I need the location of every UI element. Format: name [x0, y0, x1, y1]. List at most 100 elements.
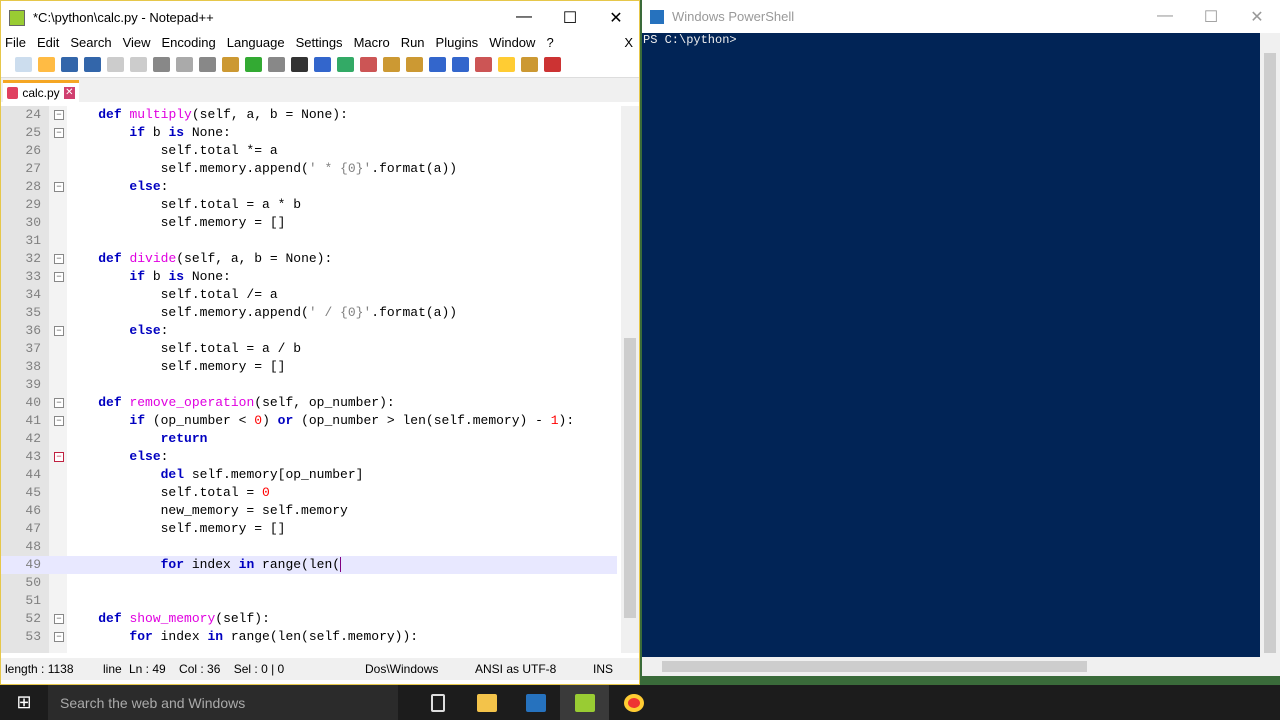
- menu-search[interactable]: Search: [70, 35, 111, 50]
- status-lines: line: [103, 662, 122, 676]
- toolbar-button-icon[interactable]: [360, 56, 377, 72]
- menu-macro[interactable]: Macro: [354, 35, 390, 50]
- code-token: else: [129, 179, 161, 194]
- code-token: (self, op_number):: [254, 395, 395, 410]
- line-number: 46: [25, 503, 41, 518]
- menu-settings[interactable]: Settings: [296, 35, 343, 50]
- toolbar-button-icon[interactable]: [314, 56, 331, 72]
- toolbar-button-icon[interactable]: [38, 56, 55, 72]
- code-token: range(len(self.memory)):: [223, 629, 419, 644]
- code-token: 0: [254, 413, 263, 428]
- powershell-taskbar-icon[interactable]: [511, 685, 560, 720]
- menu-encoding[interactable]: Encoding: [162, 35, 216, 50]
- ps-console[interactable]: PS C:\python>: [642, 33, 1260, 657]
- code-editor[interactable]: 24− def multiply(self, a, b = None): 25− …: [1, 106, 639, 653]
- fold-toggle-icon[interactable]: −: [54, 254, 64, 264]
- menu-edit[interactable]: Edit: [37, 35, 59, 50]
- toolbar-button-icon[interactable]: [61, 56, 78, 72]
- minimize-button[interactable]: —: [501, 8, 547, 28]
- ps-scroll-thumb[interactable]: [1264, 53, 1276, 653]
- ps-vertical-scrollbar[interactable]: [1260, 33, 1280, 657]
- task-view-icon[interactable]: [413, 685, 462, 720]
- toolbar-button-icon[interactable]: [153, 56, 170, 72]
- fold-toggle-icon[interactable]: −: [54, 272, 64, 282]
- toolbar-button-icon[interactable]: [337, 56, 354, 72]
- toolbar-button-icon[interactable]: [245, 56, 262, 72]
- toolbar-button-icon[interactable]: [521, 56, 538, 72]
- toolbar-button-icon[interactable]: [222, 56, 239, 72]
- toolbar-button-icon[interactable]: [107, 56, 124, 72]
- fold-toggle-icon[interactable]: −: [54, 452, 64, 462]
- chrome-icon[interactable]: [609, 685, 658, 720]
- code-token: if: [129, 413, 146, 428]
- ps-maximize-button[interactable]: ☐: [1188, 7, 1234, 27]
- fold-toggle-icon[interactable]: −: [54, 614, 64, 624]
- toolbar-button-icon[interactable]: [268, 56, 285, 72]
- toolbar-button-icon[interactable]: [291, 56, 308, 72]
- menu-help[interactable]: ?: [546, 35, 553, 50]
- toolbar-button-icon[interactable]: [544, 56, 561, 72]
- toolbar-button-icon[interactable]: [199, 56, 216, 72]
- code-token: index: [184, 557, 239, 572]
- menu-language[interactable]: Language: [227, 35, 285, 50]
- ps-horizontal-scrollbar[interactable]: [642, 657, 1280, 676]
- notepadpp-taskbar-icon[interactable]: [560, 685, 609, 720]
- close-tab-icon[interactable]: ✕: [63, 86, 75, 99]
- fold-toggle-icon[interactable]: −: [54, 632, 64, 642]
- line-number: 32: [25, 251, 41, 266]
- menu-window[interactable]: Window: [489, 35, 535, 50]
- code-token: .format(a)): [371, 161, 458, 176]
- code-token: new_memory = self.memory: [67, 503, 348, 518]
- line-number: 33: [25, 269, 41, 284]
- ps-close-button[interactable]: ✕: [1234, 7, 1280, 27]
- fold-toggle-icon[interactable]: −: [54, 110, 64, 120]
- code-text: else:: [67, 448, 168, 466]
- code-token: self.total = a * b: [67, 197, 302, 212]
- toolbar-button-icon[interactable]: [498, 56, 515, 72]
- menu-run[interactable]: Run: [401, 35, 425, 50]
- toolbar-button-icon[interactable]: [84, 56, 101, 72]
- code-text: self.total /= a: [67, 286, 278, 304]
- fold-toggle-icon[interactable]: −: [54, 326, 64, 336]
- close-document-button[interactable]: X: [624, 35, 633, 50]
- code-token: divide: [129, 251, 177, 266]
- toolbar-button-icon[interactable]: [383, 56, 400, 72]
- code-text: self.total *= a: [67, 142, 278, 160]
- fold-toggle-icon[interactable]: −: [54, 416, 64, 426]
- code-line: 45 self.total = 0: [1, 484, 617, 502]
- menu-file[interactable]: File: [5, 35, 26, 50]
- menu-view[interactable]: View: [123, 35, 151, 50]
- toolbar-button-icon[interactable]: [475, 56, 492, 72]
- ps-minimize-button[interactable]: —: [1142, 7, 1188, 27]
- file-explorer-icon[interactable]: [462, 685, 511, 720]
- fold-toggle-icon[interactable]: −: [54, 182, 64, 192]
- toolbar-button-icon[interactable]: [406, 56, 423, 72]
- code-line: 46 new_memory = self.memory: [1, 502, 617, 520]
- toolbar-button-icon[interactable]: [429, 56, 446, 72]
- scrollbar-thumb[interactable]: [624, 338, 636, 618]
- line-number: 30: [25, 215, 41, 230]
- fold-toggle-icon[interactable]: −: [54, 128, 64, 138]
- code-token: .format(a)): [371, 305, 458, 320]
- fold-toggle-icon[interactable]: −: [54, 398, 64, 408]
- close-button[interactable]: ✕: [593, 8, 639, 28]
- vertical-scrollbar[interactable]: [621, 106, 639, 653]
- menu-plugins[interactable]: Plugins: [436, 35, 479, 50]
- maximize-button[interactable]: ☐: [547, 8, 593, 28]
- code-text: self.memory = []: [67, 520, 286, 538]
- tab-calc-py[interactable]: calc.py ✕: [3, 80, 79, 102]
- toolbar-button-icon[interactable]: [15, 56, 32, 72]
- code-token: multiply: [129, 107, 192, 122]
- code-token: b: [145, 125, 169, 140]
- windows-start-icon[interactable]: ⊞: [0, 692, 48, 713]
- ps-hscroll-thumb[interactable]: [662, 661, 1087, 672]
- toolbar-button-icon[interactable]: [176, 56, 193, 72]
- code-token: return: [160, 431, 208, 446]
- taskbar-search[interactable]: Search the web and Windows: [48, 685, 398, 720]
- code-line: 43 − else:: [1, 448, 617, 466]
- toolbar-button-icon[interactable]: [452, 56, 469, 72]
- code-line: 37 self.total = a / b: [1, 340, 617, 358]
- code-token: 1: [550, 413, 559, 428]
- toolbar-button-icon[interactable]: [130, 56, 147, 72]
